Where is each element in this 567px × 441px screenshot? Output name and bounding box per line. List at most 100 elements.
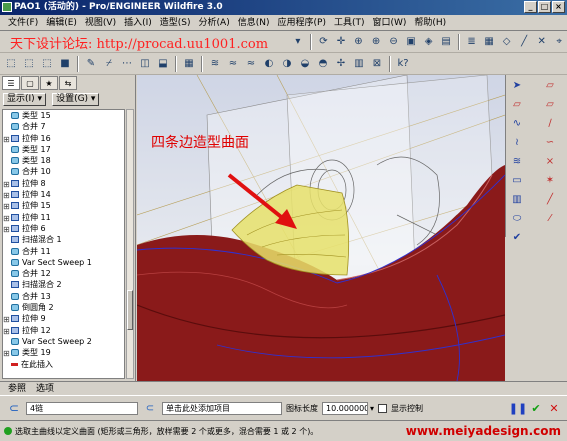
- tree-item[interactable]: ⊞ 拉伸 12: [3, 325, 124, 336]
- tree-item[interactable]: ⊞ 类型 19: [3, 347, 124, 358]
- menu-help[interactable]: 帮助(H): [410, 16, 450, 30]
- tree-item[interactable]: 类型 17: [3, 144, 124, 155]
- menu-style[interactable]: 造型(S): [156, 16, 195, 30]
- point-icon[interactable]: ×: [542, 153, 558, 169]
- delete-analysis-icon[interactable]: ⊠: [369, 56, 385, 72]
- settings-menu-button[interactable]: 设置(G) ▾: [52, 92, 100, 106]
- tree-item[interactable]: 合并 13: [3, 291, 124, 302]
- tree-item[interactable]: 合并 12: [3, 268, 124, 279]
- spline-icon[interactable]: ∕: [542, 115, 558, 131]
- tree-item[interactable]: ⊞ 拉伸 11: [3, 212, 124, 223]
- curvature-icon[interactable]: ≋: [207, 56, 223, 72]
- tree-item[interactable]: 合并 7: [3, 121, 124, 132]
- grid-icon[interactable]: ▦: [181, 56, 197, 72]
- curve-edit-icon[interactable]: ≀: [509, 134, 525, 150]
- sketch-curve-icon[interactable]: ✎: [83, 56, 99, 72]
- scrollbar-thumb[interactable]: [127, 290, 133, 330]
- menu-view[interactable]: 视图(V): [81, 16, 120, 30]
- surface-edit-icon[interactable]: ⬭: [509, 210, 525, 226]
- sketch-plane-icon[interactable]: ▱: [542, 96, 558, 112]
- menu-edit[interactable]: 编辑(E): [42, 16, 81, 30]
- tree-item[interactable]: ⊞ 拉伸 6: [3, 223, 124, 234]
- pause-icon[interactable]: ❚❚: [509, 401, 527, 415]
- connections-tab-icon[interactable]: ⇆: [59, 76, 77, 90]
- draft-icon[interactable]: ◑: [279, 56, 295, 72]
- zoom-out-icon[interactable]: ⊖: [386, 34, 402, 50]
- tree-item[interactable]: ⊞ 拉伸 14: [3, 189, 124, 200]
- menu-insert[interactable]: 插入(I): [120, 16, 156, 30]
- wireframe-icon[interactable]: ⬚: [3, 56, 19, 72]
- mirror-icon[interactable]: ◫: [137, 56, 153, 72]
- length-input[interactable]: 10.000000: [322, 401, 368, 415]
- menu-file[interactable]: 文件(F): [4, 16, 42, 30]
- options-tab[interactable]: 选项: [36, 382, 54, 395]
- folder-browser-tab-icon[interactable]: ▢: [21, 76, 39, 90]
- tree-item[interactable]: 倒圆角 2: [3, 302, 124, 313]
- menu-window[interactable]: 窗口(W): [368, 16, 410, 30]
- no-hidden-icon[interactable]: ⬚: [39, 56, 55, 72]
- graphics-viewport[interactable]: 四条边造型曲面: [137, 75, 505, 381]
- tree-item[interactable]: ⊞ 拉伸 9: [3, 313, 124, 324]
- context-help-icon[interactable]: k?: [395, 56, 411, 72]
- maximize-button[interactable]: □: [538, 1, 551, 13]
- reflection-icon[interactable]: ≈: [243, 56, 259, 72]
- tree-item[interactable]: 合并 10: [3, 166, 124, 177]
- dropdown-icon[interactable]: ▾: [290, 34, 306, 50]
- tree-item[interactable]: 类型 18: [3, 155, 124, 166]
- references-tab[interactable]: 参照: [8, 382, 26, 395]
- datum-plane-icon[interactable]: ▱: [542, 77, 558, 93]
- tree-item[interactable]: 扫描混合 1: [3, 234, 124, 245]
- select-arrow-icon[interactable]: ➤: [509, 77, 525, 93]
- slope-icon[interactable]: ◐: [261, 56, 277, 72]
- offset-point-icon[interactable]: ✶: [542, 172, 558, 188]
- tree-item[interactable]: ⊞ 拉伸 15: [3, 200, 124, 211]
- repaint-icon[interactable]: ⟳: [316, 34, 332, 50]
- offset-analysis-icon[interactable]: ◓: [315, 56, 331, 72]
- boundary-surface-icon[interactable]: ≋: [509, 153, 525, 169]
- favorites-tab-icon[interactable]: ★: [40, 76, 58, 90]
- tree-item[interactable]: ⊞ 拉伸 8: [3, 178, 124, 189]
- section-icon[interactable]: ≈: [225, 56, 241, 72]
- insert-here-item[interactable]: 在此插入: [3, 359, 124, 370]
- cross-curve-icon[interactable]: ⊂: [142, 400, 158, 416]
- tree-item[interactable]: 扫描混合 2: [3, 279, 124, 290]
- view-manager-icon[interactable]: ▦: [481, 34, 497, 50]
- dihedral-icon[interactable]: ◒: [297, 56, 313, 72]
- menu-applications[interactable]: 应用程序(P): [274, 16, 330, 30]
- close-button[interactable]: ×: [552, 1, 565, 13]
- saved-views-icon[interactable]: ▤: [438, 34, 454, 50]
- spin-center-icon[interactable]: ✛: [333, 34, 349, 50]
- preview-checkbox[interactable]: [378, 403, 388, 413]
- menu-tools[interactable]: 工具(T): [330, 16, 369, 30]
- ok-check-icon[interactable]: ✔: [529, 401, 543, 415]
- saved-analysis-icon[interactable]: ▥: [351, 56, 367, 72]
- orient-icon[interactable]: ⊕: [351, 34, 367, 50]
- hidden-line-icon[interactable]: ⬚: [21, 56, 37, 72]
- layers-icon[interactable]: ≣: [464, 34, 480, 50]
- tree-item[interactable]: 类型 15: [3, 110, 124, 121]
- zoom-in-icon[interactable]: ⊕: [368, 34, 384, 50]
- offset-icon[interactable]: ⋯: [119, 56, 135, 72]
- menu-analysis[interactable]: 分析(A): [195, 16, 234, 30]
- model-tree-tab-icon[interactable]: ☰: [2, 76, 20, 90]
- length-dropdown-icon[interactable]: ▾: [370, 404, 374, 413]
- active-plane-icon[interactable]: ▱: [509, 96, 525, 112]
- datum-axes-icon[interactable]: ╱: [516, 34, 532, 50]
- line-icon[interactable]: ╱: [542, 191, 558, 207]
- project-icon[interactable]: ⬓: [155, 56, 171, 72]
- datum-points-icon[interactable]: ✕: [534, 34, 550, 50]
- refit-icon[interactable]: ▣: [403, 34, 419, 50]
- minimize-button[interactable]: _: [524, 1, 537, 13]
- show-menu-button[interactable]: 显示(I) ▾: [3, 92, 47, 106]
- tree-item[interactable]: ⊞ 拉伸 16: [3, 133, 124, 144]
- deviation-icon[interactable]: ✢: [333, 56, 349, 72]
- connect-icon[interactable]: ▭: [509, 172, 525, 188]
- datum-planes-icon[interactable]: ◇: [499, 34, 515, 50]
- curve-icon[interactable]: ∿: [509, 115, 525, 131]
- freeform-curve-icon[interactable]: ∽: [542, 134, 558, 150]
- tree-item[interactable]: Var Sect Sweep 2: [3, 336, 124, 347]
- done-check-icon[interactable]: ✔: [509, 229, 525, 245]
- chain-collector[interactable]: 4链: [26, 401, 138, 415]
- primary-chain-icon[interactable]: ⊂: [6, 400, 22, 416]
- csys-icon[interactable]: ⌖: [551, 34, 567, 50]
